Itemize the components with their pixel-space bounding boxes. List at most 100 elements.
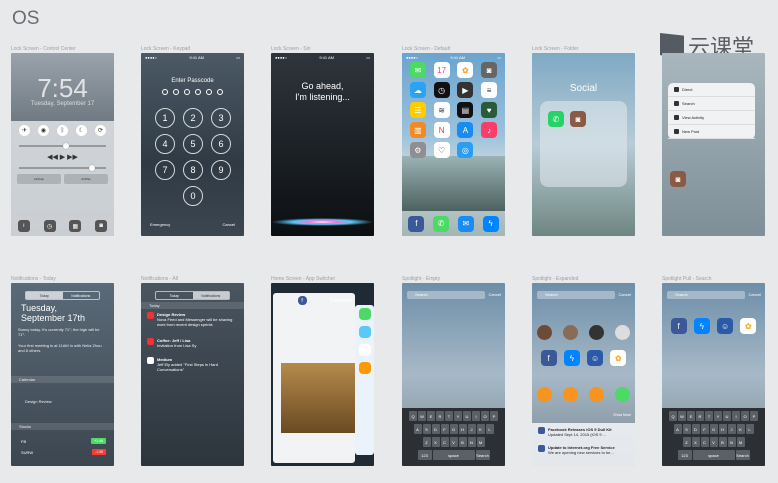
key-l[interactable]: L — [745, 424, 754, 434]
key-a[interactable]: A — [413, 424, 422, 434]
weather-icon[interactable]: ☁ — [409, 82, 426, 98]
siri-waveform[interactable] — [271, 218, 374, 226]
key-h[interactable]: H — [458, 424, 467, 434]
phone-icon[interactable]: ✆ — [433, 215, 450, 232]
health-app-icon[interactable]: ♡ — [433, 142, 450, 158]
key-h[interactable]: H — [718, 424, 727, 434]
cancel-button[interactable]: Cancel — [619, 292, 631, 297]
key-e[interactable]: E — [427, 411, 435, 421]
news-item[interactable]: Update to Internet.org Free Service We ar… — [538, 445, 629, 455]
key-y[interactable]: Y — [714, 411, 722, 421]
screen-card-today[interactable]: Notifications - Today Today Notification… — [11, 275, 114, 466]
play-icon[interactable]: ◀◀ ▶ ▶▶ — [11, 153, 114, 161]
key-q[interactable]: Q — [409, 411, 417, 421]
key-j[interactable]: J — [467, 424, 476, 434]
key-v[interactable]: V — [709, 437, 718, 447]
notification-item[interactable]: Design Review Nova Feed and Messenger wil… — [147, 312, 238, 327]
facebook-icon[interactable]: f — [408, 215, 425, 232]
key-b[interactable]: B — [458, 437, 467, 447]
key-w[interactable]: W — [678, 411, 686, 421]
airplane-icon[interactable]: ✈ — [19, 125, 30, 136]
stock-row[interactable]: FB +1.46 — [21, 437, 106, 445]
key-6[interactable]: 6 — [211, 134, 231, 154]
key-x[interactable]: X — [431, 437, 440, 447]
key-u[interactable]: U — [723, 411, 731, 421]
key-3[interactable]: 3 — [211, 108, 231, 128]
key-n[interactable]: N — [467, 437, 476, 447]
screen-card-switcher[interactable]: Home Screen - App Switcher f Facebook — [271, 275, 374, 466]
numbers-key[interactable]: 123 — [417, 450, 432, 460]
menu-item-activity[interactable]: View Activity — [668, 111, 755, 125]
key-s[interactable]: S — [682, 424, 691, 434]
tab-today[interactable]: Today — [26, 292, 63, 299]
cancel-button[interactable]: Cancel — [489, 292, 501, 297]
coffee-icon[interactable] — [589, 387, 604, 402]
key-1[interactable]: 1 — [155, 108, 175, 128]
key-x[interactable]: X — [691, 437, 700, 447]
contact-avatar[interactable] — [589, 325, 604, 340]
menu-item-direct[interactable]: Direct — [668, 83, 755, 97]
shopping-icon[interactable] — [615, 387, 630, 402]
key-t[interactable]: T — [705, 411, 713, 421]
wallet-icon[interactable]: ▤ — [457, 102, 474, 118]
key-t[interactable]: T — [445, 411, 453, 421]
spotlight-search-input[interactable]: Search — [537, 291, 615, 299]
groups-icon[interactable]: ☺ — [717, 318, 734, 334]
key-l[interactable]: L — [485, 424, 494, 434]
tab-notifications[interactable]: Notifications — [63, 292, 100, 299]
stocks-icon[interactable]: ≋ — [433, 102, 450, 118]
key-9[interactable]: 9 — [211, 160, 231, 180]
screen-card-3dtouch[interactable]: Direct Search View Activity New Post ◙ — [662, 45, 765, 236]
messenger-icon[interactable]: ϟ — [563, 350, 580, 366]
key-p[interactable]: P — [750, 411, 758, 421]
key-5[interactable]: 5 — [183, 134, 203, 154]
key-f[interactable]: F — [700, 424, 709, 434]
photos-icon[interactable]: ✿ — [610, 350, 627, 366]
menu-item-search[interactable]: Search — [668, 97, 755, 111]
key-w[interactable]: W — [418, 411, 426, 421]
key-z[interactable]: Z — [422, 437, 431, 447]
menu-item-new-post[interactable]: New Post — [668, 125, 755, 139]
music-icon[interactable]: ♪ — [481, 122, 498, 138]
key-b[interactable]: B — [718, 437, 727, 447]
screen-card-lock-cc[interactable]: Lock Screen - Control Center 7:54 Tuesda… — [11, 45, 114, 236]
groups-icon[interactable]: ☺ — [587, 350, 604, 366]
notification-item[interactable]: Coffee: Jeff / Lisa Invitation from Lisa … — [147, 338, 238, 348]
contact-avatar[interactable] — [563, 325, 578, 340]
camera-icon[interactable]: ◙ — [481, 62, 498, 78]
moon-icon[interactable]: ☾ — [76, 125, 87, 136]
calendar-icon[interactable]: 17 — [433, 62, 450, 78]
key-d[interactable]: D — [431, 424, 440, 434]
space-key[interactable]: space — [692, 450, 735, 460]
mail-icon[interactable]: ✉ — [457, 215, 474, 232]
volume-slider[interactable] — [19, 165, 106, 171]
key-k[interactable]: K — [476, 424, 485, 434]
timer-icon[interactable]: ◷ — [43, 220, 56, 232]
key-g[interactable]: G — [709, 424, 718, 434]
numbers-key[interactable]: 123 — [677, 450, 692, 460]
cancel-button[interactable]: Cancel — [223, 222, 235, 227]
search-key[interactable]: Search — [735, 450, 750, 460]
cancel-button[interactable]: Cancel — [749, 292, 761, 297]
videos-icon[interactable]: ▶ — [457, 82, 474, 98]
photos-icon[interactable]: ✿ — [457, 62, 474, 78]
screen-card-keypad[interactable]: Lock Screen - Keypad ●●●●○ 9:41 AM ▭ Enter… — [141, 45, 244, 236]
key-7[interactable]: 7 — [155, 160, 175, 180]
key-i[interactable]: I — [472, 411, 480, 421]
messenger-icon[interactable]: ϟ — [482, 215, 499, 232]
facebook-icon[interactable]: f — [540, 350, 557, 366]
brightness-slider[interactable] — [19, 143, 106, 149]
spotlight-search-input[interactable]: Search — [407, 291, 485, 299]
key-r[interactable]: R — [696, 411, 704, 421]
key-o[interactable]: O — [741, 411, 749, 421]
key-i[interactable]: I — [732, 411, 740, 421]
key-v[interactable]: V — [449, 437, 458, 447]
news-icon[interactable]: N — [433, 122, 450, 138]
app-store-icon[interactable]: A — [457, 122, 474, 138]
wifi-icon[interactable]: ◉ — [38, 125, 49, 136]
instagram-icon[interactable]: ◙ — [670, 171, 686, 187]
key-m[interactable]: M — [476, 437, 485, 447]
key-n[interactable]: N — [727, 437, 736, 447]
camera-icon[interactable]: ◙ — [95, 220, 108, 232]
flashlight-icon[interactable]: ı — [17, 220, 30, 232]
